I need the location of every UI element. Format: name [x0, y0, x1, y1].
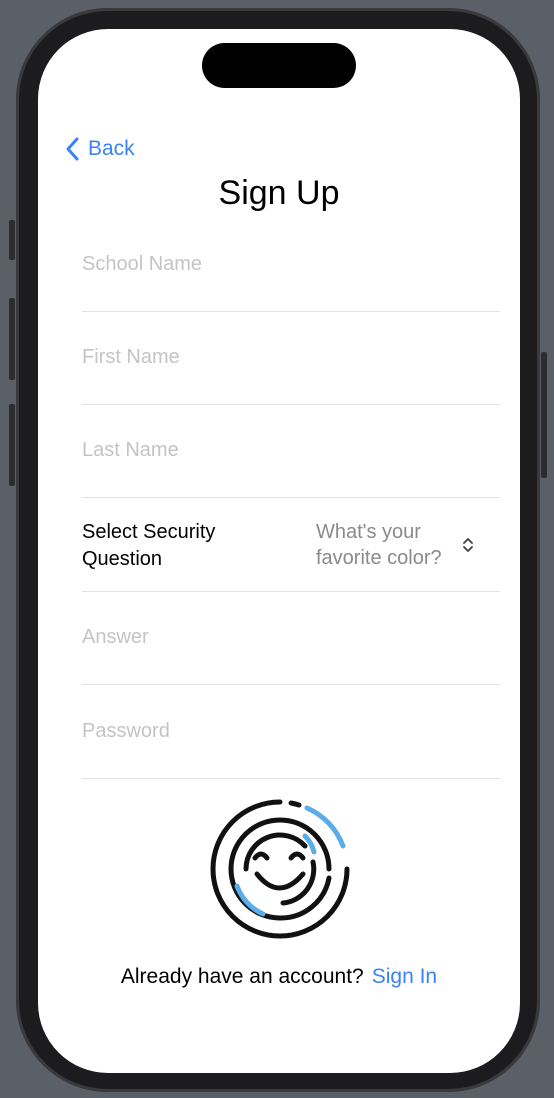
- password-row: [82, 720, 500, 779]
- back-button[interactable]: Back: [66, 133, 135, 165]
- password-input[interactable]: [82, 720, 500, 743]
- page-title: Sign Up: [218, 174, 340, 212]
- school-name-row: [82, 253, 500, 312]
- dynamic-island: [202, 43, 356, 88]
- security-question-label: Select Security Question: [82, 521, 216, 570]
- first-name-input[interactable]: [82, 346, 500, 369]
- silent-switch: [9, 220, 15, 260]
- school-name-input[interactable]: [82, 253, 500, 276]
- chevron-left-icon: [66, 137, 79, 161]
- last-name-input[interactable]: [82, 439, 500, 462]
- security-question-picker[interactable]: What's your favorite color?: [316, 519, 474, 571]
- power-button: [541, 352, 547, 478]
- device-screen: Back Sign Up Select Security Question Wh…: [38, 29, 520, 1073]
- signin-link[interactable]: Sign In: [372, 965, 437, 988]
- answer-row: [82, 626, 500, 685]
- last-name-row: [82, 439, 500, 498]
- signin-prompt: Already have an account? Sign In: [38, 965, 520, 989]
- security-question-value: What's your favorite color?: [316, 521, 442, 569]
- signin-prompt-text: Already have an account?: [120, 965, 364, 988]
- security-question-row: Select Security Question What's your fav…: [82, 519, 500, 592]
- chevron-up-down-icon: [463, 538, 473, 552]
- back-label: Back: [88, 137, 135, 160]
- volume-up-button: [9, 298, 15, 380]
- volume-down-button: [9, 404, 15, 486]
- smiley-fingerprint-logo: [210, 799, 350, 939]
- first-name-row: [82, 346, 500, 405]
- answer-input[interactable]: [82, 626, 500, 649]
